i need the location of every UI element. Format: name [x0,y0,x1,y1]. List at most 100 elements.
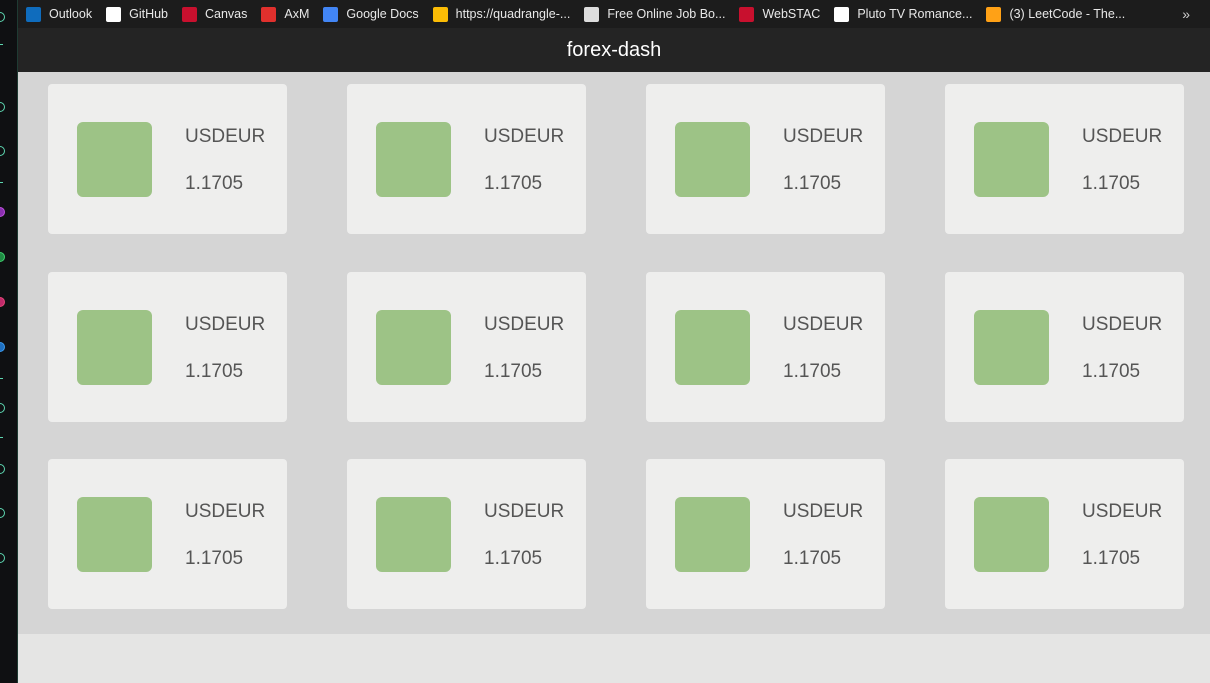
currency-pair-label: USDEUR [484,314,565,335]
whatsapp-icon[interactable] [0,252,5,262]
currency-status-swatch [376,122,451,197]
exchange-rate-value: 1.1705 [1082,361,1141,382]
bookmark-item[interactable]: AxM [253,0,315,28]
exchange-rate-value: 1.1705 [484,173,543,194]
currency-pair-label: USDEUR [484,501,565,522]
bookmark-label: WebSTAC [762,7,821,21]
currency-card[interactable]: USDEUR 1.1705 [945,459,1184,609]
telegram-icon[interactable] [0,342,5,352]
exchange-rate-value: 1.1705 [185,173,244,194]
currency-card[interactable]: USDEUR 1.1705 [48,459,287,609]
rail-cube-icon[interactable] [0,508,5,518]
currency-pair-label: USDEUR [185,501,266,522]
exchange-rate-value: 1.1705 [484,548,543,569]
bookmark-label: Outlook [49,7,93,21]
rail-app-icon[interactable] [0,403,5,413]
currency-card[interactable]: USDEUR 1.1705 [945,84,1184,234]
exchange-rate-value: 1.1705 [484,361,543,382]
currency-pair-label: USDEUR [1082,314,1163,335]
exchange-rate-value: 1.1705 [783,173,842,194]
rail-divider [0,182,3,183]
bookmark-label: Free Online Job Bo... [607,7,726,21]
currency-status-swatch [77,497,152,572]
exchange-rate-value: 1.1705 [783,361,842,382]
target-icon [584,6,600,22]
currency-status-swatch [77,122,152,197]
currency-pair-label: USDEUR [185,314,266,335]
currency-card[interactable]: USDEUR 1.1705 [347,459,586,609]
exchange-rate-value: 1.1705 [185,361,244,382]
exchange-rate-value: 1.1705 [1082,548,1141,569]
currency-status-swatch [974,497,1049,572]
currency-card[interactable]: USDEUR 1.1705 [646,84,885,234]
outlook-icon [26,6,41,22]
bookmark-label: Canvas [205,7,248,21]
currency-pair-label: USDEUR [484,126,565,147]
rail-divider [0,378,3,379]
currency-pair-label: USDEUR [185,126,266,147]
bookmark-item[interactable]: https://quadrangle-... [425,0,577,28]
canvas-icon [182,6,197,22]
rail-app-icon[interactable] [0,12,5,22]
bookmarks-overflow-button[interactable]: » [1182,6,1210,22]
page-title: forex-dash [566,38,662,61]
bookmark-label: GitHub [129,7,168,21]
bookmark-item[interactable]: GitHub [98,0,174,28]
currency-status-swatch [974,310,1049,385]
currency-card[interactable]: USDEUR 1.1705 [646,459,885,609]
currency-pair-label: USDEUR [1082,126,1163,147]
instagram-icon[interactable] [0,297,5,307]
exchange-rate-value: 1.1705 [783,548,842,569]
browser-side-rail [0,0,18,683]
bookmark-label: (3) LeetCode - The... [1009,7,1126,21]
rail-app-icon[interactable] [0,102,5,112]
webstac-icon [739,6,755,22]
currency-card[interactable]: USDEUR 1.1705 [48,272,287,422]
currency-status-swatch [675,497,750,572]
bookmark-item[interactable]: Google Docs [315,0,424,28]
currency-status-swatch [675,122,750,197]
messenger-icon[interactable] [0,207,5,217]
currency-status-swatch [376,497,451,572]
app-header: forex-dash [18,28,1210,72]
currency-pair-label: USDEUR [783,126,864,147]
exchange-rate-value: 1.1705 [1082,173,1141,194]
currency-pair-label: USDEUR [783,314,864,335]
currency-card-grid: USDEUR 1.1705 USDEUR 1.1705 USDEUR 1.1705 USDE… [18,72,1210,634]
bookmarks-bar: Outlook GitHub Canvas AxM Google Docs https:/… [18,0,1210,28]
bookmark-item[interactable]: Free Online Job Bo... [576,0,731,28]
currency-pair-label: USDEUR [783,501,864,522]
leetcode-icon [986,6,1002,22]
rail-divider [0,437,3,438]
bookmark-item[interactable]: WebSTAC [731,0,826,28]
bookmark-item[interactable]: Outlook [18,0,98,28]
rail-divider [0,44,3,45]
currency-card[interactable]: USDEUR 1.1705 [347,84,586,234]
currency-status-swatch [974,122,1049,197]
bookmark-label: https://quadrangle-... [455,7,571,21]
axm-icon [261,6,277,22]
bookmark-label: Google Docs [346,7,419,21]
rail-app-icon[interactable] [0,464,5,474]
currency-card[interactable]: USDEUR 1.1705 [347,272,586,422]
bookmark-item[interactable]: (3) LeetCode - The... [978,0,1131,28]
currency-card[interactable]: USDEUR 1.1705 [945,272,1184,422]
bookmark-item[interactable]: Pluto TV Romance... [826,0,978,28]
google-docs-icon [323,6,339,22]
currency-status-swatch [77,310,152,385]
bookmark-item[interactable]: Canvas [174,0,253,28]
chrome-icon [432,6,448,22]
currency-pair-label: USDEUR [1082,501,1163,522]
currency-card[interactable]: USDEUR 1.1705 [48,84,287,234]
bookmark-label: Pluto TV Romance... [857,7,973,21]
rail-shield-icon[interactable] [0,146,5,156]
pluto-icon [834,6,850,22]
github-icon [106,6,122,22]
rail-settings-icon[interactable] [0,553,5,563]
forex-dash-app: forex-dash USDEUR 1.1705 USDEUR 1.1705 USDEU… [18,28,1210,683]
currency-status-swatch [376,310,451,385]
bookmark-label: AxM [284,7,310,21]
currency-card[interactable]: USDEUR 1.1705 [646,272,885,422]
currency-status-swatch [675,310,750,385]
exchange-rate-value: 1.1705 [185,548,244,569]
